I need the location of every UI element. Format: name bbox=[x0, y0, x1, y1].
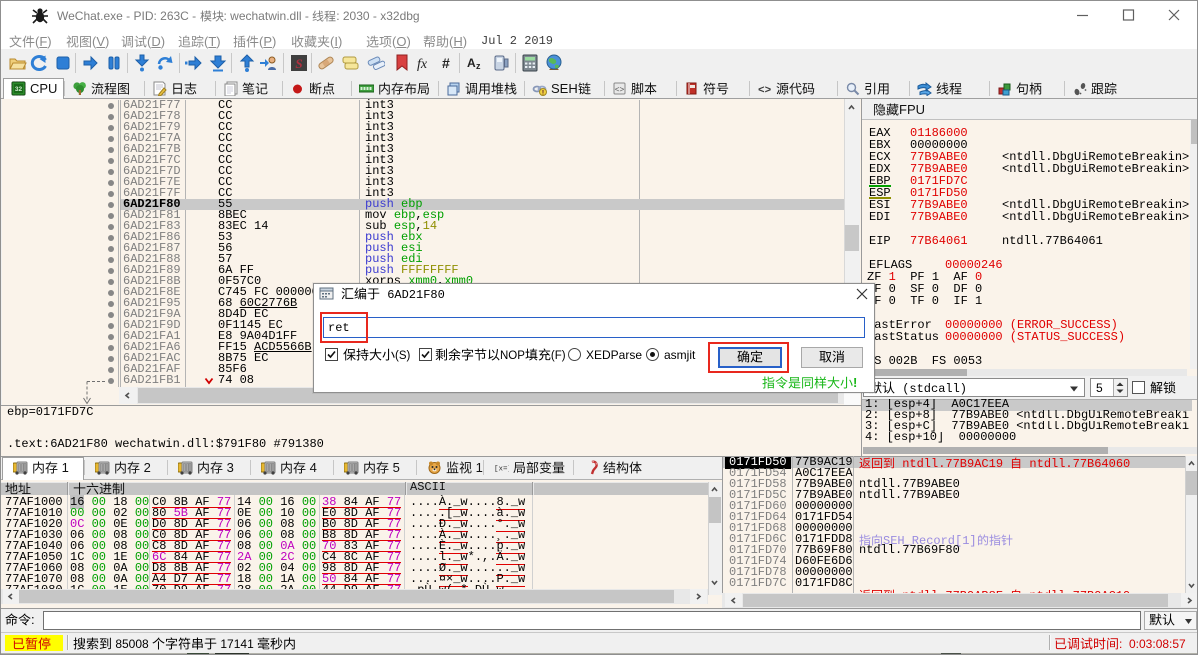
svg-text:z: z bbox=[476, 61, 481, 71]
svg-text:32: 32 bbox=[15, 86, 23, 93]
svg-text:#: # bbox=[442, 55, 450, 71]
svg-text:<>: <> bbox=[758, 85, 772, 96]
svg-text:S: S bbox=[295, 56, 302, 71]
svg-text:[x=]: [x=] bbox=[494, 466, 509, 474]
svg-text:!: ! bbox=[542, 91, 544, 97]
svg-text:fx: fx bbox=[417, 57, 428, 72]
svg-text:<>: <> bbox=[615, 86, 625, 95]
svg-text:A: A bbox=[467, 56, 476, 70]
